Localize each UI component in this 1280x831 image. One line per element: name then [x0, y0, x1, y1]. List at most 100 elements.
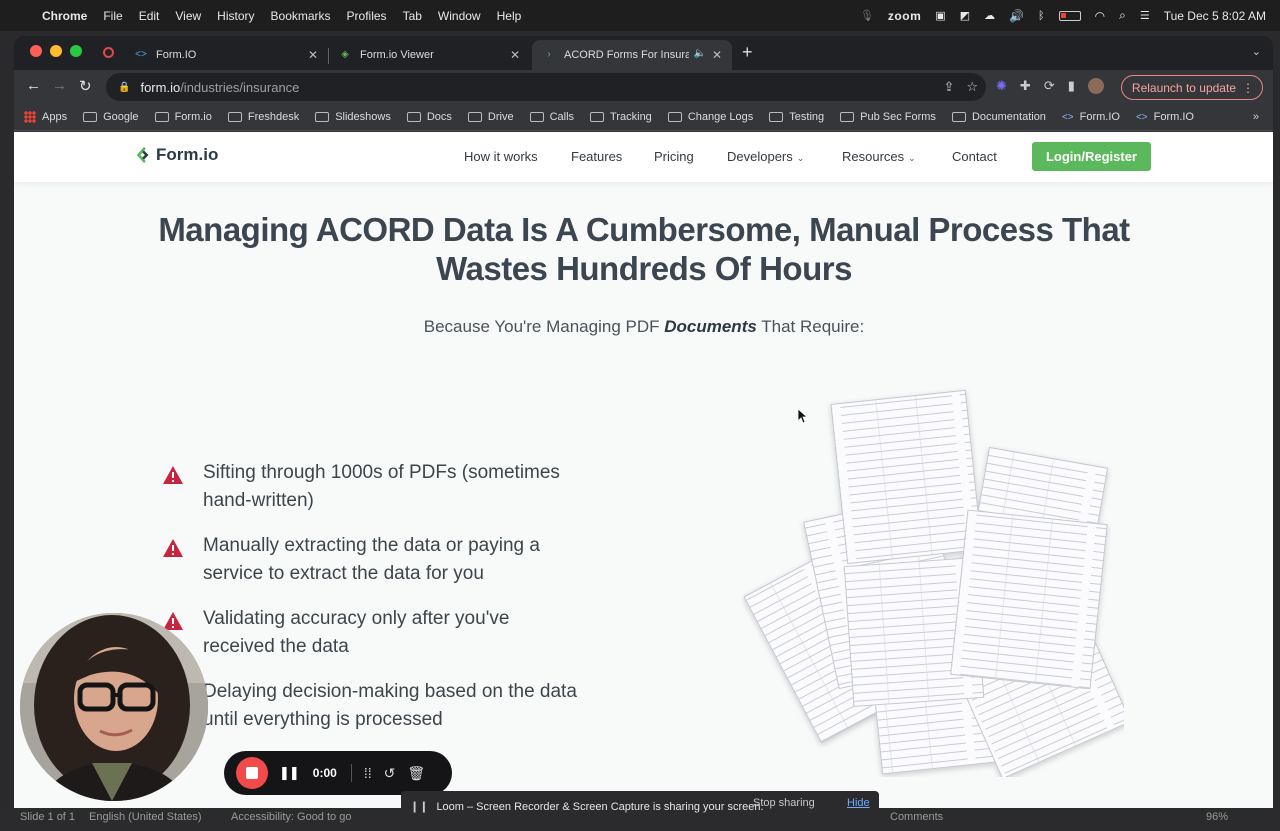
- comments-button[interactable]: Comments: [890, 811, 943, 823]
- menubar-clock[interactable]: Tue Dec 5 8:02 AM: [1164, 9, 1266, 23]
- battery-icon[interactable]: [1058, 10, 1081, 21]
- bookmark-folder[interactable]: Form.io: [154, 111, 212, 123]
- control-center-icon[interactable]: ☰: [1140, 9, 1150, 22]
- hide-banner-link[interactable]: Hide: [847, 797, 870, 809]
- list-item-line: Validating accuracy only after you've: [203, 608, 510, 629]
- tab-audio-icon[interactable]: 🔈: [694, 48, 706, 59]
- apps-grid-icon: [24, 111, 36, 123]
- bookmark-link[interactable]: <> Form.IO: [1136, 111, 1194, 123]
- microphone-icon[interactable]: 🎙: [860, 9, 874, 22]
- bookmark-folder[interactable]: Docs: [406, 111, 452, 123]
- close-window-button[interactable]: [30, 45, 42, 57]
- presenter-photo: [20, 613, 208, 801]
- login-register-button[interactable]: Login/Register: [1032, 142, 1151, 171]
- wifi-icon[interactable]: ◠: [1095, 9, 1105, 23]
- pause-icon[interactable]: ❚❚: [279, 765, 300, 781]
- nav-developers[interactable]: Developers ⌄: [727, 149, 804, 164]
- close-tab-icon[interactable]: ✕: [712, 48, 722, 62]
- stop-sharing-button[interactable]: Stop sharing: [753, 797, 815, 809]
- trash-icon[interactable]: 🗑: [407, 765, 425, 782]
- loom-control-bar: ❚❚ 0:00 ⁞⁞ ↺ 🗑: [224, 751, 452, 795]
- relaunch-to-update-button[interactable]: Relaunch to update: [1120, 75, 1263, 100]
- restart-icon[interactable]: ↺: [384, 765, 396, 782]
- minimize-window-button[interactable]: [50, 45, 62, 57]
- spotlight-search-icon[interactable]: ⌕: [1119, 8, 1126, 23]
- bookmark-link[interactable]: <> Form.IO: [1062, 111, 1120, 123]
- bookmark-star-icon[interactable]: ☆: [966, 79, 978, 95]
- bookmark-folder[interactable]: Pub Sec Forms: [840, 111, 936, 123]
- bookmark-folder[interactable]: Drive: [467, 111, 514, 123]
- bookmark-apps[interactable]: Apps: [24, 111, 67, 123]
- bookmark-folder[interactable]: Freshdesk: [227, 111, 299, 123]
- close-tab-icon[interactable]: ✕: [510, 48, 520, 62]
- nav-pricing[interactable]: Pricing: [654, 149, 694, 164]
- share-icon[interactable]: ⇪: [943, 79, 954, 95]
- extension-gear-icon[interactable]: ✺: [996, 78, 1007, 94]
- bookmark-label: Calls: [549, 111, 575, 123]
- zoom-status[interactable]: zoom: [888, 9, 921, 23]
- pause-icon: ❙❙: [410, 801, 429, 813]
- tab-title: ACORD Forms For Insuran: [564, 49, 689, 61]
- loom-camera-bubble[interactable]: [20, 613, 208, 801]
- bookmark-folder[interactable]: Documentation: [951, 111, 1046, 123]
- display-icon[interactable]: ◩: [960, 9, 970, 22]
- bookmark-folder[interactable]: Tracking: [590, 111, 652, 123]
- menu-tab[interactable]: Tab: [395, 9, 430, 23]
- menu-help[interactable]: Help: [489, 9, 530, 23]
- reload-button[interactable]: ↻: [79, 77, 92, 95]
- tab-formio-viewer[interactable]: ◈ Form.io Viewer ✕: [328, 40, 530, 70]
- list-item: Validating accuracy only after you've re…: [162, 605, 622, 661]
- menu-history[interactable]: History: [209, 9, 262, 23]
- bluetooth-icon[interactable]: ᛒ: [1038, 10, 1045, 22]
- screen-share-icon[interactable]: ▣: [935, 9, 945, 22]
- new-tab-button[interactable]: +: [742, 42, 753, 63]
- forward-button[interactable]: →: [52, 77, 67, 94]
- back-button[interactable]: ←: [26, 77, 41, 94]
- menubar-status-area: 🎙 zoom ▣ ◩ ☁ 🔊 ᛒ ◠ ⌕ ☰ Tue Dec 5 8:02 AM: [860, 0, 1266, 31]
- drag-handle-icon[interactable]: ⁞⁞: [364, 765, 372, 781]
- sync-icon[interactable]: ⟳: [1044, 78, 1055, 94]
- bookmark-folder[interactable]: Calls: [529, 111, 575, 123]
- stop-recording-button[interactable]: [236, 757, 268, 789]
- nav-contact[interactable]: Contact: [952, 149, 997, 164]
- profile-avatar[interactable]: [1087, 78, 1104, 94]
- menu-window[interactable]: Window: [430, 9, 489, 23]
- bookmark-label: Form.IO: [1153, 111, 1194, 123]
- tab-formio[interactable]: <> Form.IO ✕: [124, 40, 328, 70]
- folder-icon: [529, 112, 544, 122]
- site-logo[interactable]: Form.io: [135, 145, 218, 165]
- nav-resources[interactable]: Resources ⌄: [842, 149, 916, 164]
- warning-icon: [163, 539, 183, 557]
- close-tab-icon[interactable]: ✕: [308, 48, 318, 62]
- menu-edit[interactable]: Edit: [131, 9, 168, 23]
- window-controls: [30, 45, 82, 57]
- bookmark-folder[interactable]: Slideshows: [315, 111, 391, 123]
- address-bar[interactable]: 🔒 form.io/industries/insurance ⇪ ☆: [106, 73, 986, 101]
- extensions-puzzle-icon[interactable]: ✚: [1020, 78, 1031, 94]
- menu-bookmarks[interactable]: Bookmarks: [263, 9, 339, 23]
- nav-how-it-works[interactable]: How it works: [464, 149, 538, 164]
- recording-indicator-icon: [103, 47, 114, 58]
- bookmark-folder[interactable]: Google: [83, 111, 139, 123]
- lock-icon[interactable]: 🔒: [118, 82, 130, 93]
- bookmarks-overflow-icon[interactable]: »: [1253, 111, 1259, 123]
- volume-icon[interactable]: 🔊: [1009, 9, 1024, 23]
- menu-file[interactable]: File: [95, 9, 130, 23]
- nav-features[interactable]: Features: [571, 149, 622, 164]
- folder-icon: [667, 112, 682, 122]
- bookmark-label: Drive: [487, 111, 514, 123]
- code-brackets-icon: <>: [135, 49, 147, 60]
- divider: [350, 764, 352, 782]
- menu-view[interactable]: View: [167, 9, 209, 23]
- side-panel-icon[interactable]: ▮: [1068, 78, 1075, 94]
- fullscreen-window-button[interactable]: [70, 45, 82, 57]
- cloud-icon[interactable]: ☁: [984, 9, 995, 22]
- tab-acord-forms[interactable]: › ACORD Forms For Insuran 🔈 ✕: [532, 40, 732, 70]
- menu-profiles[interactable]: Profiles: [339, 9, 395, 23]
- list-item-line: service to extract the data for you: [203, 563, 484, 584]
- bookmark-label: Testing: [789, 111, 825, 123]
- bookmark-folder[interactable]: Testing: [769, 111, 824, 123]
- bookmark-folder[interactable]: Change Logs: [667, 111, 753, 123]
- tab-search-chevron-icon[interactable]: ⌄: [1252, 45, 1261, 58]
- menu-app-name[interactable]: Chrome: [34, 9, 95, 23]
